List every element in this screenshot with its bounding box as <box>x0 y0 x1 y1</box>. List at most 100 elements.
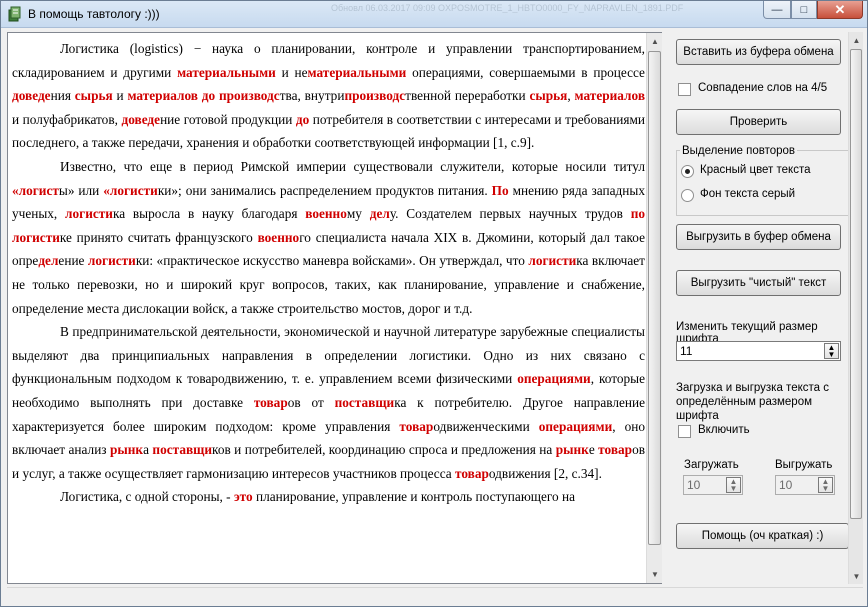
load-size-input[interactable]: 10 ▲ ▼ <box>683 475 743 495</box>
control-panel: Вставить из буфера обмена Совпадение сло… <box>668 32 863 584</box>
app-icon <box>8 6 21 22</box>
text-run: тва, внутри <box>279 88 345 104</box>
text-run: ение <box>58 253 88 269</box>
panel-scroll-down-icon[interactable]: ▼ <box>849 568 864 584</box>
text-run: му <box>346 206 370 222</box>
repeated-word-highlight: сырья <box>74 88 113 104</box>
load-size-spin-icon[interactable]: ▲ ▼ <box>726 477 741 493</box>
text-paragraph: Логистика, с одной стороны, - это планир… <box>12 485 645 509</box>
repeated-word-highlight: рынк <box>109 442 144 458</box>
radio-red-text-label: Красный цвет текста <box>700 164 811 176</box>
text-run: твенной переработки <box>405 88 530 104</box>
repeated-word-highlight: доведе <box>12 88 51 104</box>
maximize-button[interactable]: □ <box>791 1 817 19</box>
text-paragraph: Логистика (logistics) − наука о планиров… <box>12 37 645 155</box>
repeated-word-highlight: материальными <box>307 64 407 80</box>
unload-size-label: Выгружать <box>775 459 833 471</box>
panel-vertical-scrollbar[interactable]: ▲ ▼ <box>848 32 863 584</box>
text-run: ке принято считать французского <box>59 229 258 245</box>
text-run: Известно, что еще в период Римской импер… <box>60 158 645 174</box>
unload-size-value: 10 <box>779 478 793 492</box>
radio-gray-background-label: Фон текста серый <box>700 188 796 200</box>
repeated-word-highlight: материалов <box>574 88 645 104</box>
paste-from-clipboard-button[interactable]: Вставить из буфера обмена <box>676 39 841 65</box>
text-run: операциями, совершаемыми в процессе <box>406 64 645 80</box>
font-size-value: 11 <box>680 344 693 358</box>
text-run: и <box>112 88 128 104</box>
repeated-word-highlight: логисти <box>87 253 136 269</box>
scroll-down-icon[interactable]: ▼ <box>647 566 663 583</box>
minimize-icon: — <box>771 3 783 16</box>
repeated-word-highlight: дел <box>369 206 390 222</box>
repeated-word-highlight: сырья <box>529 88 568 104</box>
repeated-word-highlight: до <box>295 111 310 127</box>
radio-gray-background[interactable] <box>681 189 694 202</box>
unload-size-input[interactable]: 10 ▲ ▼ <box>775 475 835 495</box>
repeated-word-highlight: производс <box>344 88 406 104</box>
text-run: ния <box>50 88 75 104</box>
repeated-word-highlight: дел <box>38 253 59 269</box>
repeated-word-highlight: товар <box>598 442 633 458</box>
enable-checkbox[interactable] <box>678 425 691 438</box>
text-run: одвиженческими <box>433 418 539 434</box>
text-run: и не <box>275 64 308 80</box>
background-window-titles: Обновл 06.03.2017 09:09 OXPOSMOTRE_1_HBT… <box>331 3 684 13</box>
repeated-word-highlight: военно <box>257 229 300 245</box>
panel-scroll-thumb[interactable] <box>850 49 862 519</box>
text-content[interactable]: Логистика (logistics) − наука о планиров… <box>8 33 645 583</box>
app-window: В помощь тавтологу :))) Обновл 06.03.201… <box>0 0 868 607</box>
match-four-fifths-checkbox[interactable] <box>678 83 691 96</box>
editor-scroll-thumb[interactable] <box>648 51 661 545</box>
text-run: планирование, управление и контроль пост… <box>252 489 576 505</box>
unload-size-spin-icon[interactable]: ▲ ▼ <box>818 477 833 493</box>
editor-vertical-scrollbar[interactable]: ▲ ▼ <box>646 33 662 583</box>
repeated-word-highlight: материалов до производс <box>127 88 280 104</box>
repeated-word-highlight: товар <box>455 465 489 481</box>
maximize-icon: □ <box>800 3 808 16</box>
text-run: у. Создателем первых научных трудов <box>389 206 631 222</box>
minimize-button[interactable]: — <box>763 1 791 19</box>
export-to-clipboard-button[interactable]: Выгрузить в буфер обмена <box>676 224 841 250</box>
text-run: одвижения [2, с.34]. <box>488 465 602 481</box>
scroll-up-icon[interactable]: ▲ <box>647 33 663 50</box>
text-run: Логистика, с одной стороны, - <box>60 489 234 505</box>
repeated-word-highlight: товар <box>399 418 434 434</box>
close-icon: ✕ <box>834 1 846 17</box>
repeated-word-highlight: операциями <box>517 371 591 387</box>
text-editor[interactable]: Логистика (logistics) − наука о планиров… <box>7 32 662 584</box>
repeated-word-highlight: операциями <box>538 418 613 434</box>
repeated-word-highlight: поставщи <box>334 394 395 410</box>
font-size-input[interactable]: 11 ▲ ▼ <box>676 341 841 361</box>
text-run: ков и потребителей, координацию спроса и… <box>212 442 556 458</box>
close-button[interactable]: ✕ <box>817 1 863 19</box>
repeated-word-highlight: поставщи <box>152 442 213 458</box>
title-bar[interactable]: В помощь тавтологу :))) Обновл 06.03.201… <box>1 1 867 28</box>
text-run: е <box>588 442 599 458</box>
help-button[interactable]: Помощь (оч краткая) :) <box>676 523 849 549</box>
text-run: ние готовой продукции <box>160 111 296 127</box>
repeated-word-highlight: «логисти <box>103 182 158 198</box>
repeated-word-highlight: это <box>233 489 253 505</box>
match-four-fifths-label: Совпадение слов на 4/5 <box>698 82 828 94</box>
repeated-word-highlight: логисти <box>65 206 113 222</box>
window-title: В помощь тавтологу :))) <box>28 7 160 21</box>
highlight-group-title: Выделение повторов <box>680 145 798 157</box>
text-paragraph: В предпринимательской деятельности, экон… <box>12 320 645 485</box>
radio-red-text[interactable] <box>681 165 694 178</box>
check-button[interactable]: Проверить <box>676 109 841 135</box>
text-run: ка выросла в науку благодаря <box>112 206 306 222</box>
panel-scroll-up-icon[interactable]: ▲ <box>849 32 864 48</box>
text-run: ы» или <box>58 182 104 198</box>
text-run: ов от <box>287 394 335 410</box>
text-paragraph: Известно, что еще в период Римской импер… <box>12 155 645 320</box>
highlight-group <box>676 150 850 216</box>
export-clean-text-button[interactable]: Выгрузить "чистый" текст <box>676 270 841 296</box>
load-size-label: Загружать <box>684 459 739 471</box>
text-run: и полуфабрикатов, <box>12 111 122 127</box>
text-run: ки»; они занимались распределением проду… <box>157 182 492 198</box>
repeated-word-highlight: доведе <box>121 111 161 127</box>
enable-checkbox-label: Включить <box>698 424 750 436</box>
repeated-word-highlight: логисти <box>528 253 577 269</box>
font-size-spin-icon[interactable]: ▲ ▼ <box>824 343 839 359</box>
repeated-word-highlight: военно <box>305 206 347 222</box>
